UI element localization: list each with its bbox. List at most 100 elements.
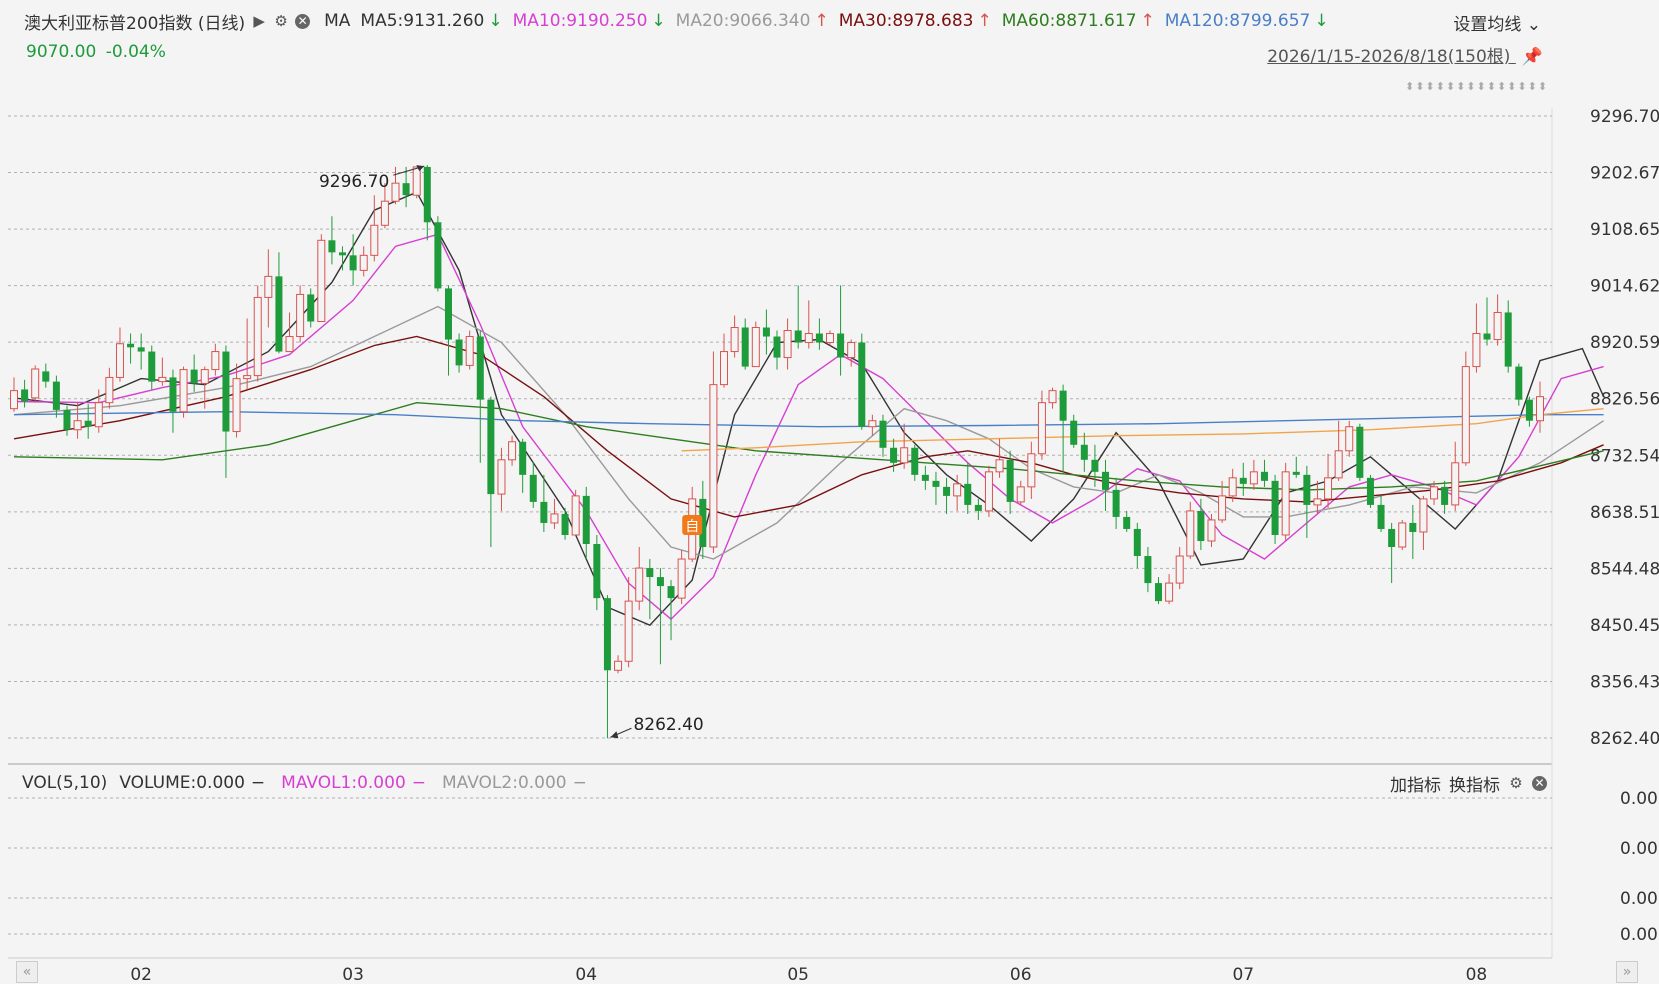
candle-body xyxy=(391,182,400,202)
pin-icon[interactable]: 📌 xyxy=(1522,47,1543,67)
candle-body xyxy=(1175,555,1184,584)
candle-body xyxy=(868,420,877,428)
close-icon[interactable]: ✕ xyxy=(1532,775,1547,791)
candle-body xyxy=(1324,477,1333,500)
y-tick-label: 8826.56 xyxy=(1590,390,1659,410)
y-tick-label: 8732.54 xyxy=(1590,446,1659,466)
play-icon[interactable]: ▶ xyxy=(251,13,267,29)
candle-body xyxy=(847,342,856,359)
candle-body xyxy=(1016,486,1025,503)
candle-body xyxy=(879,420,887,448)
indicator-name: MA xyxy=(324,11,351,31)
candle-body xyxy=(1006,459,1014,502)
vol-value: VOLUME:0.000 xyxy=(119,773,245,793)
candle-body xyxy=(94,402,103,428)
scroll-left-button[interactable]: « xyxy=(16,961,38,983)
price-change: -0.04% xyxy=(105,42,166,62)
candle-body xyxy=(1070,420,1078,445)
x-tick-label: 03 xyxy=(342,965,364,984)
scroll-right-button[interactable]: » xyxy=(1616,961,1638,983)
candle-body xyxy=(1334,450,1343,479)
candle-body xyxy=(964,483,972,505)
candle-body xyxy=(275,276,283,352)
candle-body xyxy=(1409,522,1417,532)
candle-body xyxy=(63,409,71,430)
candle-body xyxy=(1165,582,1174,602)
chart-root: 9296.70 9202.67 9108.65 9014.62 8920.59 8826.… xyxy=(0,0,1659,984)
candle-body xyxy=(465,336,474,366)
candle-body xyxy=(614,660,623,671)
candle-body xyxy=(455,339,463,366)
candle-body xyxy=(794,330,802,343)
chart-title: 澳大利亚标普200指数 (日线) xyxy=(24,13,246,34)
candle-body xyxy=(1398,522,1407,548)
low-annotation-label: 8262.40 xyxy=(633,715,703,735)
vol-tools: 加指标 换指标 ⚙ ✕ xyxy=(1382,771,1547,796)
y-tick-label: 9108.65 xyxy=(1590,220,1659,240)
ma-settings-button[interactable]: 设置均线 ⌄ xyxy=(1453,10,1541,35)
sub-y-tick-label: 0.00 xyxy=(1620,789,1658,809)
candle-body xyxy=(921,474,929,481)
gear-icon[interactable]: ⚙ xyxy=(273,13,289,29)
candle-body xyxy=(434,222,442,289)
candle-body xyxy=(328,240,336,253)
candle-body xyxy=(646,568,654,578)
candle-body xyxy=(158,376,167,383)
x-tick-label: 08 xyxy=(1466,965,1488,984)
candle-body xyxy=(1536,396,1544,422)
candle-body xyxy=(179,369,188,413)
candle-body xyxy=(359,254,368,271)
candle-body xyxy=(825,333,834,344)
candle-body xyxy=(1155,583,1162,602)
candle-body xyxy=(317,239,326,322)
candle-body xyxy=(1313,498,1322,506)
candle-body xyxy=(1102,471,1110,490)
ma-settings-label: 设置均线 xyxy=(1453,15,1522,35)
candle-body xyxy=(984,471,993,512)
candle-body xyxy=(1345,426,1354,452)
candle-body xyxy=(730,327,739,353)
candle-body xyxy=(1207,519,1216,542)
x-tick-label: 06 xyxy=(1010,965,1032,984)
sub-y-tick-label: 0.00 xyxy=(1620,889,1658,909)
candle-body xyxy=(1504,312,1512,367)
candle-body xyxy=(550,513,559,524)
candle-body xyxy=(1112,489,1120,517)
self-select-marker[interactable]: 自 xyxy=(682,515,703,536)
candle-body xyxy=(571,495,580,536)
candle-body xyxy=(593,543,601,599)
candle-body xyxy=(1356,426,1364,478)
y-tick-label: 9014.62 xyxy=(1590,277,1659,297)
y-tick-label: 8356.43 xyxy=(1590,672,1659,692)
range-handles[interactable]: ⬍⬍⬍⬍⬍⬍⬍⬍⬍⬍⬍⬍⬍⬍ xyxy=(1405,80,1548,93)
candle-body xyxy=(667,586,675,599)
close-icon[interactable]: ✕ xyxy=(295,13,311,29)
candle-body xyxy=(1037,402,1046,455)
switch-indicator-button[interactable]: 换指标 xyxy=(1449,771,1500,796)
candle-body xyxy=(307,294,315,322)
candle-body xyxy=(1419,498,1428,533)
candle-body xyxy=(243,375,252,380)
candle-body xyxy=(1059,390,1067,421)
x-tick-label: 04 xyxy=(575,965,597,984)
y-tick-label: 9202.67 xyxy=(1590,164,1659,184)
y-tick-label: 8450.45 xyxy=(1590,616,1659,636)
gear-icon[interactable]: ⚙ xyxy=(1508,775,1524,791)
ma-values: MA5:9131.260 ↓ MA10:9190.250 ↓ MA20:9066.340… xyxy=(360,11,1338,31)
candle-body xyxy=(423,166,431,223)
sub-y-tick-label: 0.00 xyxy=(1620,839,1658,859)
ma-item-0: MA5:9131.260 xyxy=(360,11,485,31)
kline-chart[interactable]: 9296.70 9202.67 9108.65 9014.62 8920.59 8826.… xyxy=(0,0,1659,984)
candle-body xyxy=(190,369,198,384)
candle-body xyxy=(148,351,156,382)
candle-body xyxy=(412,166,421,196)
ma-item-1: MA10:9190.250 xyxy=(512,11,648,31)
self-select-marker-label: 自 xyxy=(685,519,699,535)
candle-body xyxy=(953,483,962,497)
ma-arrow-4: ↑ xyxy=(1140,11,1155,31)
candle-body xyxy=(540,501,548,523)
candle-body xyxy=(84,420,92,427)
candle-body xyxy=(402,183,410,196)
add-indicator-button[interactable]: 加指标 xyxy=(1390,771,1441,796)
candle-body xyxy=(487,399,495,495)
